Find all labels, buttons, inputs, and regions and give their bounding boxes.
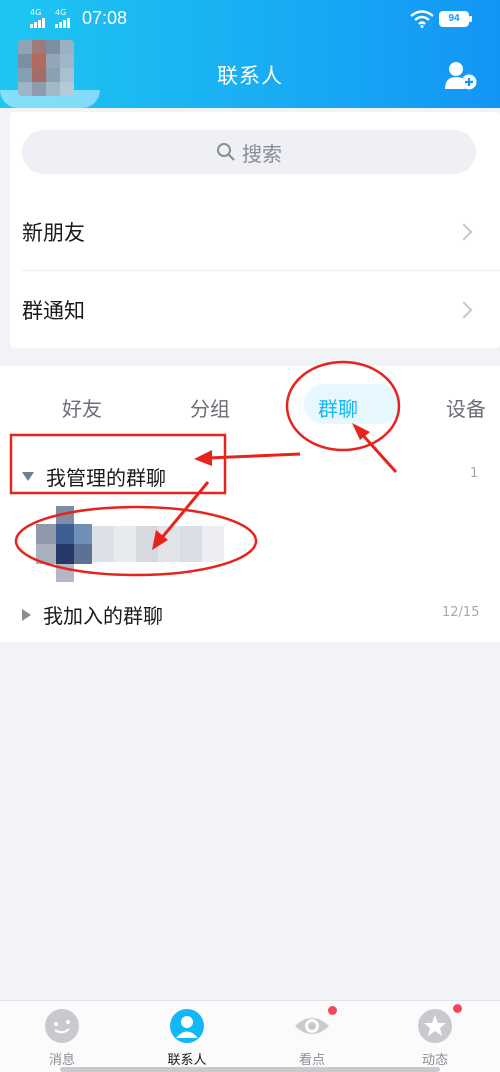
search-input[interactable]: 搜索 <box>22 130 476 174</box>
nav-contacts-label: 联系人 <box>167 1053 207 1068</box>
joined-groups-header[interactable]: 我加入的群聊 <box>22 600 163 629</box>
new-friends-label: 新朋友 <box>22 221 85 245</box>
divider <box>22 270 500 271</box>
page-title: 联系人 <box>217 64 283 88</box>
group-notifications-item[interactable]: 群通知 <box>22 288 492 332</box>
battery-indicator: 94 <box>439 11 472 27</box>
home-indicator <box>60 1067 440 1072</box>
nav-discover[interactable]: 看点 <box>272 1007 352 1068</box>
nav-messages-label: 消息 <box>48 1053 75 1068</box>
search-icon <box>217 143 235 161</box>
star-icon <box>418 1009 452 1043</box>
nav-feed[interactable]: 动态 <box>395 1007 475 1068</box>
header-bar: 4G 4G 07:08 94 联系人 <box>0 0 500 108</box>
clock: 07:08 <box>82 8 128 28</box>
nav-discover-label: 看点 <box>298 1053 325 1068</box>
message-icon <box>45 1009 79 1043</box>
managed-groups-header[interactable]: 我管理的群聊 <box>22 462 166 491</box>
new-friends-item[interactable]: 新朋友 <box>22 210 492 254</box>
managed-groups-label: 我管理的群聊 <box>46 466 166 490</box>
tab-friends[interactable]: 好友 <box>62 393 102 422</box>
bottom-navigation: 消息 联系人 看点 动态 <box>0 1000 500 1072</box>
nav-feed-label: 动态 <box>421 1053 448 1068</box>
notification-badge <box>452 1003 463 1014</box>
joined-groups-label: 我加入的群聊 <box>43 604 163 628</box>
eye-icon <box>295 1018 329 1034</box>
tab-group-chats[interactable]: 群聊 <box>318 393 358 422</box>
expand-down-icon <box>22 472 34 481</box>
signal-label-2: 4G <box>55 8 67 17</box>
notification-badge <box>327 1005 338 1016</box>
status-bar: 4G 4G 07:08 94 <box>0 0 500 40</box>
joined-groups-count: 12/15 <box>442 605 480 620</box>
nav-messages[interactable]: 消息 <box>22 1007 102 1068</box>
search-placeholder: 搜索 <box>242 141 282 166</box>
add-contact-icon[interactable] <box>445 60 477 90</box>
signal-label: 4G <box>30 8 42 17</box>
group-notifications-label: 群通知 <box>22 299 85 323</box>
signal-icon: 4G <box>30 8 45 28</box>
tab-groups-categories[interactable]: 分组 <box>190 393 230 422</box>
wifi-icon <box>410 10 434 28</box>
expand-right-icon <box>22 608 31 621</box>
tab-devices[interactable]: 设备 <box>446 393 486 422</box>
nav-contacts[interactable]: 联系人 <box>147 1007 227 1068</box>
chevron-right-icon <box>455 223 473 241</box>
managed-groups-count: 1 <box>470 466 479 481</box>
group-chat-item[interactable] <box>36 506 226 582</box>
signal-icon-2: 4G <box>55 8 70 28</box>
chevron-right-icon <box>455 301 473 319</box>
contacts-icon <box>170 1009 204 1043</box>
